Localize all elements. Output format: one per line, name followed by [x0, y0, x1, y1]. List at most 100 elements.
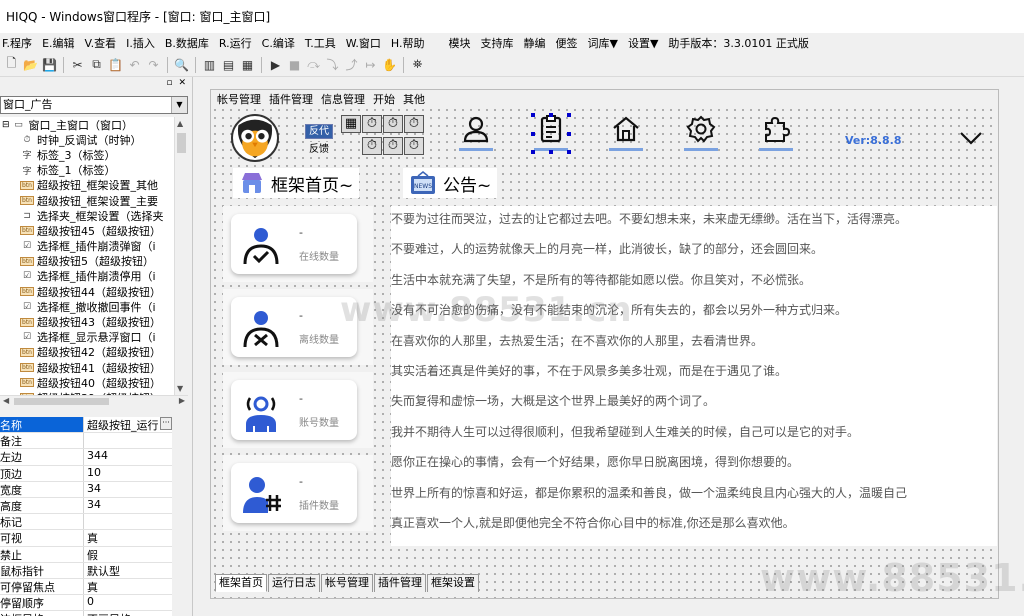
- tree-item[interactable]: btn 超级按钮45（超级按钮）: [0, 223, 174, 238]
- property-row[interactable]: 宽度 34: [0, 481, 188, 498]
- property-row[interactable]: 边框风格不画风格: [0, 611, 188, 616]
- form-menu-info[interactable]: 信息管理: [321, 91, 365, 107]
- property-row[interactable]: 高度 34: [0, 497, 188, 515]
- property-row[interactable]: 鼠标指针 默认型: [0, 562, 188, 579]
- menu-wordlib[interactable]: 词库▼: [582, 35, 622, 51]
- stop-icon[interactable]: ■: [285, 56, 304, 74]
- feedback-button[interactable]: 反馈: [305, 142, 333, 157]
- menu-notes[interactable]: 便签: [550, 35, 582, 51]
- collapse-icon[interactable]: ⊟: [2, 120, 10, 130]
- property-scrollbar[interactable]: [172, 417, 188, 616]
- cut-icon[interactable]: ✂: [68, 56, 87, 74]
- reverse-proxy-button[interactable]: 反代: [305, 124, 333, 139]
- window-selector[interactable]: 窗口_广告 ▼: [0, 96, 188, 114]
- tab-framework-settings[interactable]: 框架设置: [427, 574, 479, 592]
- scroll-thumb[interactable]: [14, 398, 109, 405]
- find-icon[interactable]: 🔍: [172, 56, 191, 74]
- menu-settings[interactable]: 设置▼: [623, 35, 663, 51]
- property-row[interactable]: 名称 超级按钮_运行 ···: [0, 417, 188, 434]
- close-icon[interactable]: ✕: [178, 78, 186, 88]
- form-menu-start[interactable]: 开始: [373, 91, 395, 107]
- tree-item[interactable]: btn 超级按钮40（超级按钮）: [0, 375, 174, 390]
- form-menu-other[interactable]: 其他: [403, 91, 425, 107]
- ellipsis-button[interactable]: ···: [160, 417, 172, 430]
- nav-plugin-button[interactable]: [756, 114, 796, 158]
- run-to-icon[interactable]: ↦: [361, 56, 380, 74]
- tab-account-management[interactable]: 帐号管理: [321, 574, 373, 592]
- menu-help[interactable]: H.帮助: [386, 35, 430, 51]
- tab-framework-home[interactable]: 框架首页: [215, 574, 267, 592]
- menu-support-lib[interactable]: 支持库: [475, 35, 518, 51]
- property-row[interactable]: 停留顺序 0: [0, 595, 188, 612]
- tree-item[interactable]: btn 超级按钮_框架设置_主要: [0, 193, 174, 208]
- undo-icon[interactable]: ↶: [125, 56, 144, 74]
- nav-settings-button[interactable]: [681, 114, 721, 158]
- menu-view[interactable]: V.查看: [80, 35, 122, 51]
- menu-static-compile[interactable]: 静编: [518, 35, 550, 51]
- tree-item[interactable]: btn 超级按钮5（超级按钮）: [0, 254, 174, 269]
- property-row[interactable]: 备注: [0, 433, 188, 450]
- property-row[interactable]: 顶边 10: [0, 465, 188, 482]
- redo-icon[interactable]: ↷: [144, 56, 163, 74]
- tree-item[interactable]: ⏱ 时钟_反调试（时钟）: [0, 132, 174, 147]
- chevron-down-icon[interactable]: ▼: [171, 97, 187, 113]
- tree-item[interactable]: 字标签_3（标签）: [0, 147, 174, 162]
- layout-icon[interactable]: ▥: [200, 56, 219, 74]
- tab-plugin-management[interactable]: 插件管理: [374, 574, 426, 592]
- nav-user-button[interactable]: [456, 114, 496, 158]
- form-canvas[interactable]: 帐号管理 插件管理 信息管理 开始 其他 反代 反馈 ▦ ⏱ ⏱ ⏱ ⏱ ⏱ ⏱…: [210, 89, 999, 599]
- scroll-down-icon[interactable]: ▼: [177, 384, 183, 393]
- menu-program[interactable]: F.程序: [0, 35, 37, 51]
- scroll-thumb[interactable]: [177, 133, 186, 153]
- run-icon[interactable]: ▶: [266, 56, 285, 74]
- menu-edit[interactable]: E.编辑: [37, 35, 79, 51]
- tree-vertical-scrollbar[interactable]: ▲ ▼: [174, 117, 188, 395]
- chevron-down-icon[interactable]: [959, 128, 983, 148]
- tree-item[interactable]: ☑ 选择框_显示悬浮窗口（i: [0, 330, 174, 345]
- form-menu-plugins[interactable]: 插件管理: [269, 91, 313, 107]
- menu-database[interactable]: B.数据库: [160, 35, 214, 51]
- property-row[interactable]: 可停留焦点真: [0, 578, 188, 596]
- tree-item[interactable]: btn 超级按钮43（超级按钮）: [0, 314, 174, 329]
- step-out-icon[interactable]: ⤴: [342, 56, 361, 74]
- form-menu-accounts[interactable]: 帐号管理: [217, 91, 261, 107]
- property-row[interactable]: 标记: [0, 514, 188, 531]
- step-into-icon[interactable]: ⤵: [323, 56, 342, 74]
- tree-item[interactable]: btn 超级按钮41（超级按钮）: [0, 360, 174, 375]
- window-icon[interactable]: ▤: [219, 56, 238, 74]
- property-row[interactable]: 可视真: [0, 530, 188, 547]
- menu-insert[interactable]: I.插入: [121, 35, 160, 51]
- scroll-right-icon[interactable]: ▶: [179, 396, 185, 405]
- tree-item[interactable]: btn 超级按钮44（超级按钮）: [0, 284, 174, 299]
- tree-item[interactable]: 字标签_1（标签）: [0, 163, 174, 178]
- step-icon[interactable]: ⤼: [304, 56, 323, 74]
- binoculars-icon[interactable]: ⛯: [408, 56, 427, 74]
- menu-run[interactable]: R.运行: [214, 35, 257, 51]
- paste-icon[interactable]: 📋: [106, 56, 125, 74]
- copy-icon[interactable]: ⧉: [87, 56, 106, 74]
- nav-home-button[interactable]: [606, 114, 646, 158]
- tree-item[interactable]: ☑ 选择框_插件崩溃停用（i: [0, 269, 174, 284]
- scroll-up-icon[interactable]: ▲: [177, 119, 183, 128]
- save-icon[interactable]: 💾: [40, 56, 59, 74]
- tab-home-title[interactable]: 框架首页~: [233, 168, 360, 198]
- scroll-left-icon[interactable]: ◀: [3, 396, 9, 405]
- menu-window[interactable]: W.窗口: [341, 35, 386, 51]
- window2-icon[interactable]: ▦: [238, 56, 257, 74]
- tab-run-log[interactable]: 运行日志: [268, 574, 320, 592]
- open-folder-icon[interactable]: 📂: [21, 56, 40, 74]
- tree-horizontal-scrollbar[interactable]: ◀ ▶: [0, 395, 188, 407]
- menu-module[interactable]: 模块: [443, 35, 475, 51]
- tree-item[interactable]: ☑ 选择框_撤收撤回事件（i: [0, 299, 174, 314]
- tree-item[interactable]: btn 超级按钮42（超级按钮）: [0, 345, 174, 360]
- new-file-icon[interactable]: 🗋: [2, 56, 21, 74]
- pin-icon[interactable]: ▫: [166, 78, 172, 88]
- property-row[interactable]: 左边 344: [0, 449, 188, 466]
- tree-item[interactable]: ⊟ ▭ 窗口_主窗口（窗口）: [0, 117, 174, 132]
- component-tree[interactable]: ⊟ ▭ 窗口_主窗口（窗口） ⏱ 时钟_反调试（时钟）字标签_3（标签）字标签_1（标签…: [0, 117, 174, 395]
- tree-item[interactable]: ☑ 选择框_插件崩溃弹窗（i: [0, 239, 174, 254]
- property-row[interactable]: 禁止假: [0, 546, 188, 563]
- tab-notice-title[interactable]: NEWS 公告~: [403, 168, 498, 198]
- tree-item[interactable]: ⊐ 选择夹_框架设置（选择夹: [0, 208, 174, 223]
- tree-item[interactable]: btn 超级按钮_框架设置_其他: [0, 178, 174, 193]
